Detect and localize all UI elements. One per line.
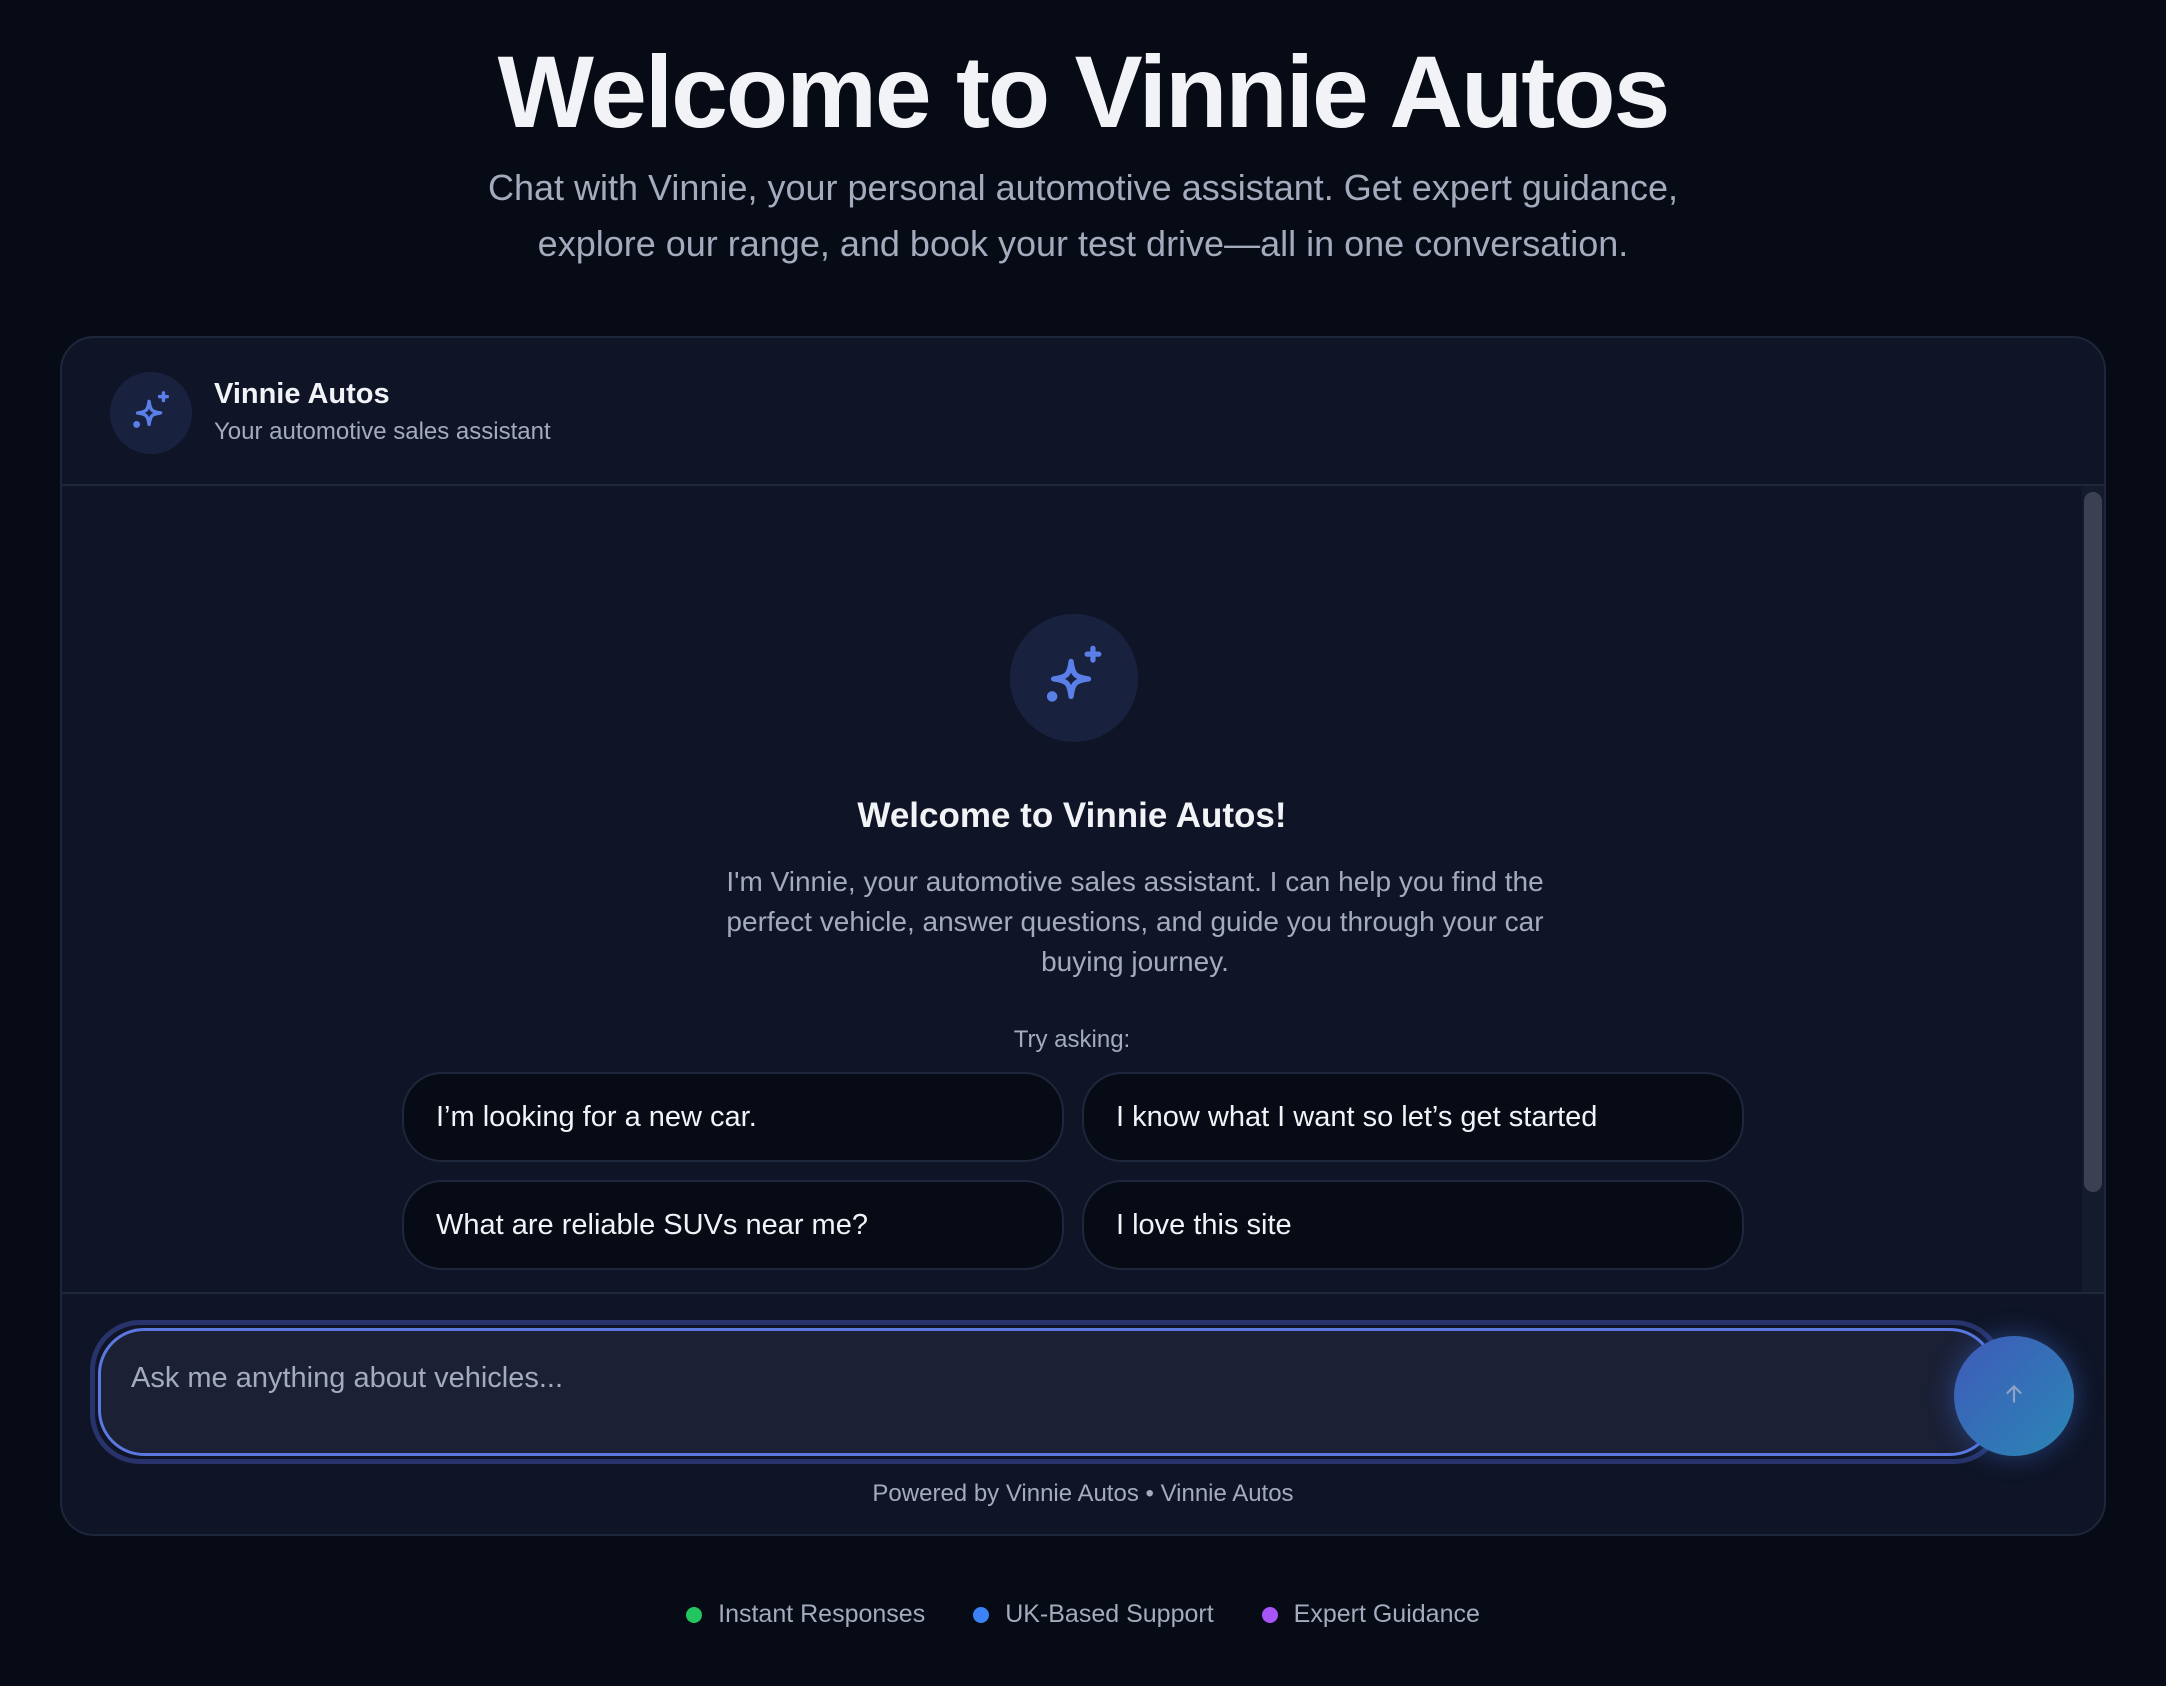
welcome-text: I'm Vinnie, your automotive sales assist… (682, 862, 1588, 982)
feature-item: Expert Guidance (1261, 1600, 1480, 1629)
send-button[interactable] (1954, 1336, 2074, 1456)
page: Welcome to Vinnie Autos Chat with Vinnie… (0, 0, 2166, 1686)
sparkles-icon (1039, 641, 1109, 716)
status-dot-icon (973, 1606, 990, 1623)
message-input[interactable] (131, 1353, 1931, 1403)
welcome-text-line: buying journey. (1041, 946, 1229, 977)
assistant-avatar (110, 372, 192, 454)
suggestion-button[interactable]: I know what I want so let’s get started (1082, 1072, 1744, 1162)
status-dot-icon (1261, 1606, 1278, 1623)
chat-window: Vinnie Autos Your automotive sales assis… (60, 336, 2106, 1536)
suggestion-button[interactable]: I love this site (1082, 1180, 1744, 1270)
page-subtitle-line: Chat with Vinnie, your personal automoti… (487, 167, 1678, 208)
suggestion-button[interactable]: I’m looking for a new car. (402, 1072, 1064, 1162)
page-subtitle: Chat with Vinnie, your personal automoti… (440, 160, 1726, 272)
page-subtitle-line: explore our range, and book your test dr… (537, 223, 1629, 264)
try-asking-label: Try asking: (1013, 1026, 1131, 1053)
scrollbar-thumb[interactable] (2084, 492, 2102, 1192)
message-composer: Powered by Vinnie Autos • Vinnie Autos (62, 1292, 2104, 1534)
welcome-text-line: I'm Vinnie, your automotive sales assist… (726, 866, 1544, 897)
welcome-title: Welcome to Vinnie Autos! (857, 796, 1287, 835)
welcome-avatar (1010, 614, 1138, 742)
powered-by-text: Powered by Vinnie Autos • Vinnie Autos (872, 1480, 1294, 1507)
feature-label: Expert Guidance (1293, 1600, 1480, 1628)
welcome-text-line: perfect vehicle, answer questions, and g… (726, 906, 1544, 937)
arrow-up-icon (2001, 1381, 2027, 1412)
message-area: Welcome to Vinnie Autos! I'm Vinnie, you… (62, 486, 2104, 1292)
suggestion-button[interactable]: What are reliable SUVs near me? (402, 1180, 1064, 1270)
sparkles-icon (128, 388, 174, 439)
scrollbar[interactable] (2082, 486, 2104, 1292)
feature-item: Instant Responses (686, 1600, 925, 1629)
feature-label: UK-Based Support (1005, 1600, 1214, 1628)
chat-header: Vinnie Autos Your automotive sales assis… (62, 338, 2104, 486)
assistant-name: Vinnie Autos (214, 378, 390, 410)
message-input-box[interactable] (98, 1328, 1996, 1456)
assistant-subtitle: Your automotive sales assistant (214, 418, 551, 445)
feature-list: Instant Responses UK-Based Support Exper… (0, 1600, 2166, 1629)
message-input-wrapper (90, 1320, 2004, 1464)
page-title: Welcome to Vinnie Autos (497, 35, 1671, 149)
status-dot-icon (686, 1606, 703, 1623)
feature-label: Instant Responses (718, 1600, 926, 1628)
feature-item: UK-Based Support (973, 1600, 1214, 1629)
